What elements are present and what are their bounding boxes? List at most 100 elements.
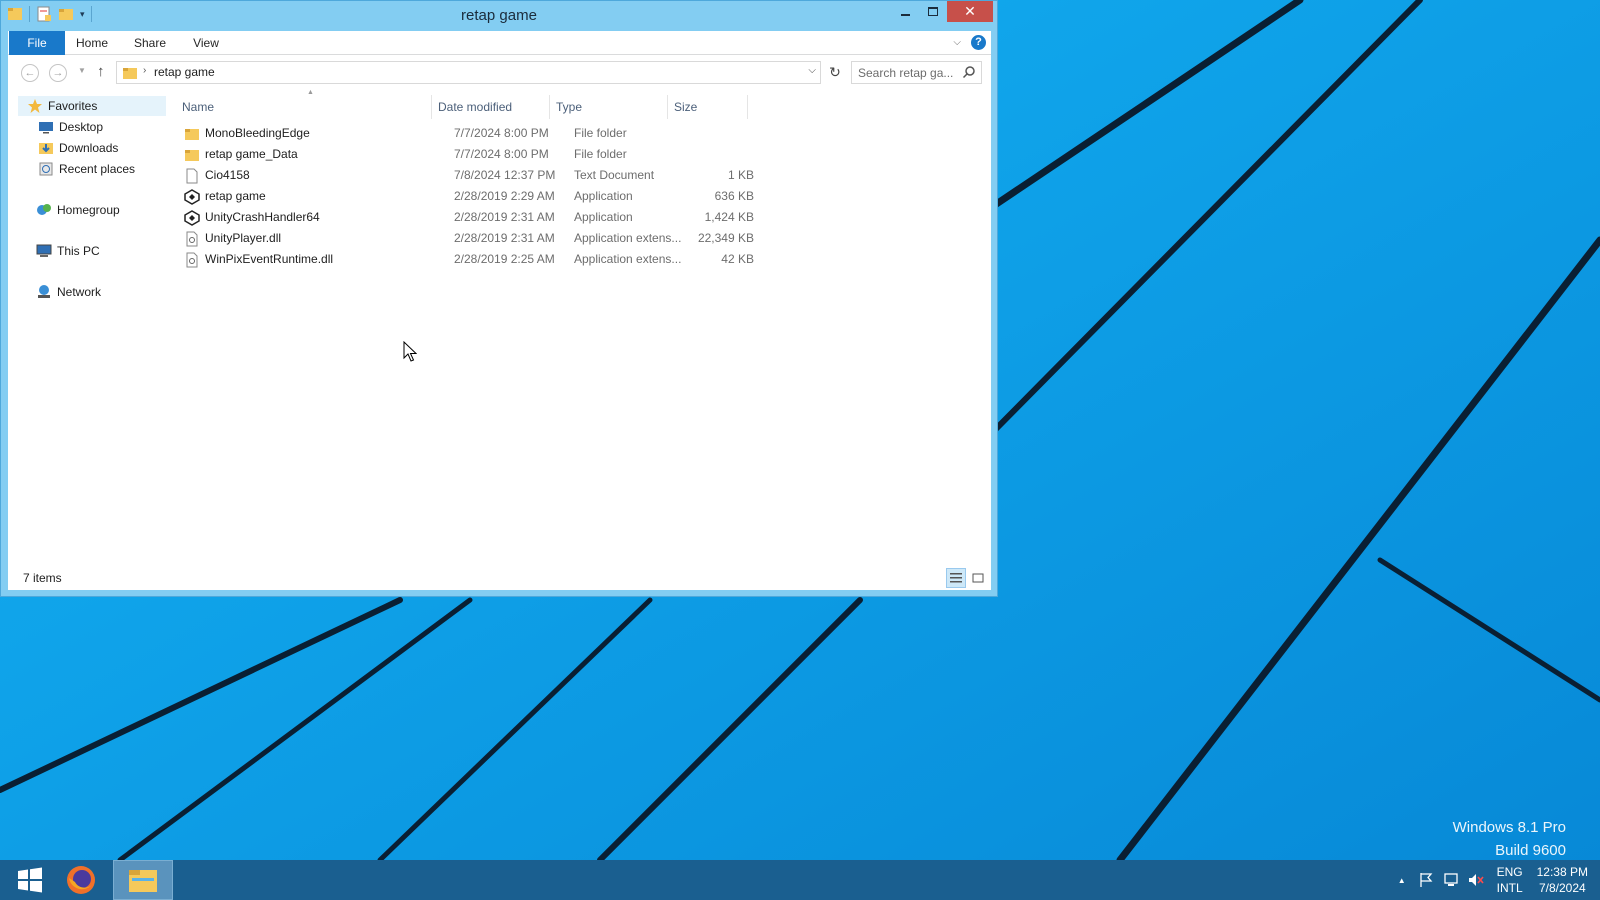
nav-label: Favorites [48,99,98,113]
size-cell: 636 KB [714,189,754,203]
large-icons-view-button[interactable] [968,568,988,588]
nav-label: Desktop [59,120,104,134]
up-arrow-icon[interactable]: ↑ [97,63,105,80]
close-button[interactable]: ✕ [947,1,993,22]
search-box[interactable] [851,61,982,84]
file-name: UnityPlayer.dll [205,231,282,245]
nav-label: Recent places [59,162,136,176]
show-hidden-icons-icon[interactable]: ▲ [1398,876,1406,885]
size-cell [684,144,754,165]
text-file-icon [186,168,198,183]
type-cell: Application [574,189,633,203]
table-row[interactable]: MonoBleedingEdge 7/7/2024 8:00 PM File f… [176,123,756,144]
clock-date: 7/8/2024 [1538,881,1586,895]
file-name: WinPixEventRuntime.dll [205,252,334,266]
nav-item-homegroup[interactable]: Homegroup [36,200,120,220]
date-modified-cell: 7/7/2024 8:00 PM [454,147,549,161]
file-name: UnityCrashHandler64 [205,210,320,224]
address-row: ← → ▼ ↑ › retap game ⌵ ↻ [8,55,991,91]
minimize-button[interactable] [891,1,919,22]
windows-logo-icon [18,867,42,893]
folder-app-icon[interactable] [7,6,23,22]
file-name-cell: UnityPlayer.dll [184,228,434,249]
back-button[interactable]: ← [21,64,39,82]
customize-toolbar-icon[interactable]: ▾ [80,9,85,20]
large-icons-view-icon [972,573,984,583]
nav-item-downloads[interactable]: Downloads [38,138,118,158]
expand-ribbon-icon[interactable]: ⌵ [953,37,961,48]
item-count: 7 items [23,571,62,585]
nav-label: This PC [57,244,100,258]
maximize-button[interactable] [919,1,947,22]
address-bar[interactable]: › retap game ⌵ [116,61,821,84]
refresh-icon: ↻ [829,64,841,80]
tab-view[interactable]: View [186,31,226,55]
breadcrumb-current[interactable]: retap game [154,65,215,79]
type-cell: File folder [574,126,627,140]
type-cell: Application extens... [574,252,682,266]
input-language-indicator[interactable]: ENG INTL [1497,864,1523,896]
desktop-icon [39,122,53,134]
file-name-cell: MonoBleedingEdge [184,123,434,144]
title-bar[interactable]: ▾ retap game ✕ [1,1,997,31]
file-explorer-icon [129,870,157,892]
column-header-type[interactable]: Type [550,95,668,119]
tab-file[interactable]: File [9,31,65,55]
size-cell: 22,349 KB [697,231,754,245]
back-arrow-icon: ← [24,67,36,79]
details-view-button[interactable] [946,568,966,588]
column-header-date-modified[interactable]: Date modified [432,95,550,119]
date-modified-cell: 2/28/2019 2:31 AM [454,231,555,245]
refresh-button[interactable]: ↻ [825,62,845,82]
folder-icon [185,128,199,140]
window-controls: ✕ [891,1,993,22]
windows-edition-watermark: Windows 8.1 Pro Build 9600 [1453,816,1566,862]
network-icon [38,285,50,298]
file-name-cell: retap game_Data [184,144,434,165]
size-cell [684,123,754,144]
type-cell: File folder [574,147,627,161]
taskbar-firefox-button[interactable] [51,860,111,900]
nav-item-network[interactable]: Network [36,282,101,302]
homegroup-icon [37,204,51,215]
address-dropdown-icon[interactable]: ⌵ [808,65,816,76]
folder-icon [185,149,199,161]
search-input[interactable] [852,62,962,83]
recent-locations-dropdown-icon[interactable]: ▼ [78,66,86,75]
toolbar-separator [90,6,92,22]
search-icon[interactable] [962,65,976,79]
nav-label: Downloads [59,141,119,155]
column-header-size[interactable]: Size [668,95,748,119]
clock-time: 12:38 PM [1536,865,1588,879]
new-folder-icon[interactable] [58,6,74,22]
table-row[interactable]: retap game 2/28/2019 2:29 AM Application… [176,186,756,207]
volume-muted-icon[interactable] [1468,872,1484,888]
nav-item-this-pc[interactable]: This PC [36,241,100,261]
taskbar-clock[interactable]: 12:38 PM 7/8/2024 [1537,864,1588,896]
nav-item-desktop[interactable]: Desktop [38,117,103,137]
table-row[interactable]: UnityPlayer.dll 2/28/2019 2:31 AM Applic… [176,228,756,249]
toolbar-separator [29,6,30,22]
nav-item-recent-places[interactable]: Recent places [38,159,135,179]
taskbar: ▲ ENG INTL 12:38 PM 7/8/2024 [0,860,1600,900]
taskbar-file-explorer-button[interactable] [113,860,173,900]
column-header-name[interactable]: Name [176,95,432,119]
folder-icon [123,68,137,79]
date-modified-cell: 7/7/2024 8:00 PM [454,126,549,140]
table-row[interactable]: WinPixEventRuntime.dll 2/28/2019 2:25 AM… [176,249,756,270]
table-row[interactable]: retap game_Data 7/7/2024 8:00 PM File fo… [176,144,756,165]
nav-item-favorites[interactable]: Favorites [18,96,166,116]
ribbon-tabs: File Home Share View ⌵ ? [8,31,991,55]
keyboard-layout: INTL [1496,881,1523,895]
help-icon[interactable]: ? [971,35,986,50]
properties-icon[interactable] [36,6,52,22]
breadcrumb-chevron-icon[interactable]: › [143,65,146,76]
action-center-flag-icon[interactable] [1418,872,1434,888]
table-row[interactable]: Cio4158 7/8/2024 12:37 PM Text Document … [176,165,756,186]
tab-home[interactable]: Home [70,31,114,55]
date-modified-cell: 2/28/2019 2:29 AM [454,189,555,203]
network-status-icon[interactable] [1443,872,1459,888]
tab-share[interactable]: Share [128,31,172,55]
table-row[interactable]: UnityCrashHandler64 2/28/2019 2:31 AM Ap… [176,207,756,228]
forward-button[interactable]: → [49,64,67,82]
